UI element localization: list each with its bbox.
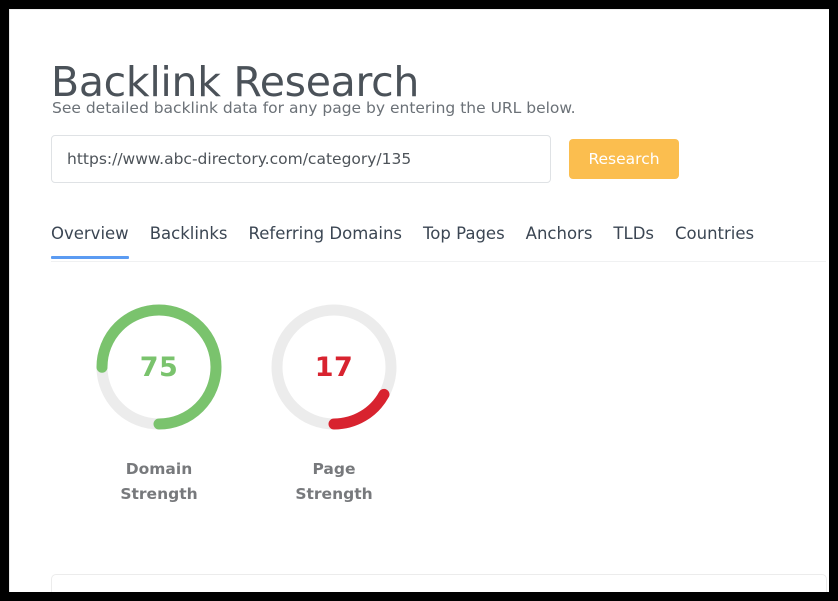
- gauge-label: Domain Strength: [72, 457, 246, 507]
- section-tabs: Overview Backlinks Referring Domains Top Pa…: [51, 221, 826, 262]
- page-content: Backlink Research See detailed backlink …: [10, 10, 829, 592]
- gauge-label-line2: Strength: [295, 485, 373, 503]
- gauge-label: Page Strength: [247, 457, 421, 507]
- tab-top-pages[interactable]: Top Pages: [423, 221, 505, 259]
- gauge-ring: 75: [92, 300, 226, 434]
- tab-countries[interactable]: Countries: [675, 221, 754, 259]
- strength-gauges: 75 Domain Strength 17 Page Strength: [51, 300, 471, 540]
- gauge-label-line2: Strength: [120, 485, 198, 503]
- gauge-ring: 17: [267, 300, 401, 434]
- gauge-page-strength: 17 Page Strength: [247, 300, 421, 507]
- screenshot-frame: Backlink Research See detailed backlink …: [0, 0, 838, 601]
- tab-tlds[interactable]: TLDs: [613, 221, 654, 259]
- tab-backlinks[interactable]: Backlinks: [150, 221, 228, 259]
- gauge-value: 75: [139, 351, 179, 383]
- results-panel: [51, 574, 827, 592]
- app-page: Backlink Research See detailed backlink …: [9, 9, 829, 592]
- url-input[interactable]: [51, 135, 551, 183]
- url-search-row: Research: [51, 135, 681, 185]
- tab-anchors[interactable]: Anchors: [526, 221, 593, 259]
- page-subtitle: See detailed backlink data for any page …: [52, 99, 576, 117]
- gauge-label-line1: Domain: [125, 460, 193, 478]
- gauge-label-line1: Page: [312, 460, 356, 478]
- tab-overview[interactable]: Overview: [51, 221, 129, 259]
- research-button[interactable]: Research: [569, 139, 679, 179]
- tab-referring-domains[interactable]: Referring Domains: [249, 221, 403, 259]
- gauge-value: 17: [314, 351, 354, 383]
- gauge-domain-strength: 75 Domain Strength: [72, 300, 246, 507]
